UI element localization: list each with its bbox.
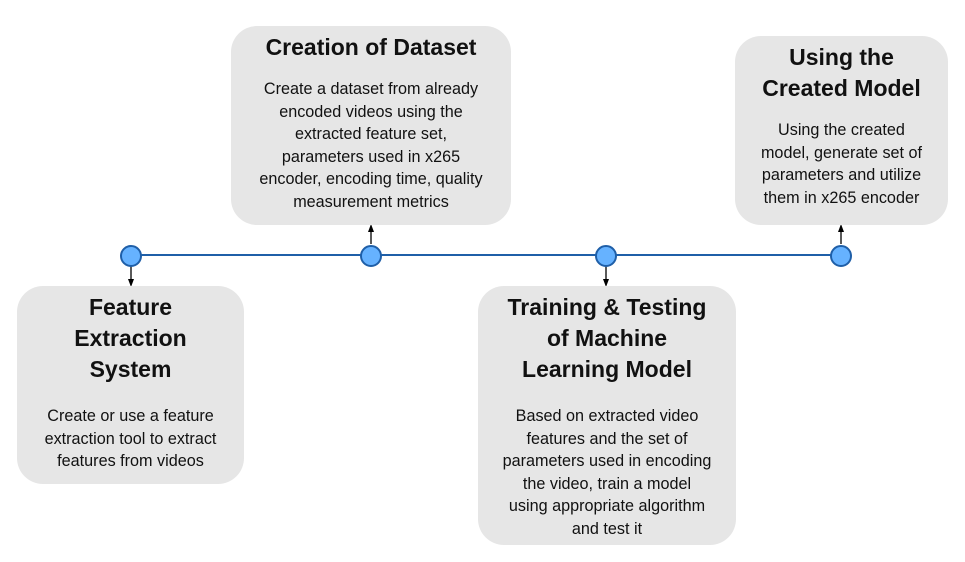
stage-description: Create a dataset from already encoded vi… <box>259 80 483 211</box>
stage-card-feature-extraction: Feature Extraction System Create or use … <box>17 286 244 484</box>
stage-title: Feature Extraction System <box>74 294 187 382</box>
stage-description: Based on extracted video features and th… <box>502 407 712 538</box>
stage-card-using-model: Using the Created Model Using the create… <box>735 36 948 225</box>
stage-card-creation-of-dataset: Creation of Dataset Create a dataset fro… <box>231 26 511 225</box>
stage-title: Training & Testing of Machine Learning M… <box>507 294 707 382</box>
timeline-node-feature-extraction <box>120 245 142 267</box>
timeline-node-using-model <box>830 245 852 267</box>
timeline-node-creation-of-dataset <box>360 245 382 267</box>
timeline-node-training-testing <box>595 245 617 267</box>
stage-description: Using the created model, generate set of… <box>760 121 923 207</box>
stage-title: Using the Created Model <box>762 44 921 101</box>
stage-card-training-testing: Training & Testing of Machine Learning M… <box>478 286 736 545</box>
stage-title: Creation of Dataset <box>265 34 477 60</box>
stage-description: Create or use a feature extraction tool … <box>44 407 217 470</box>
